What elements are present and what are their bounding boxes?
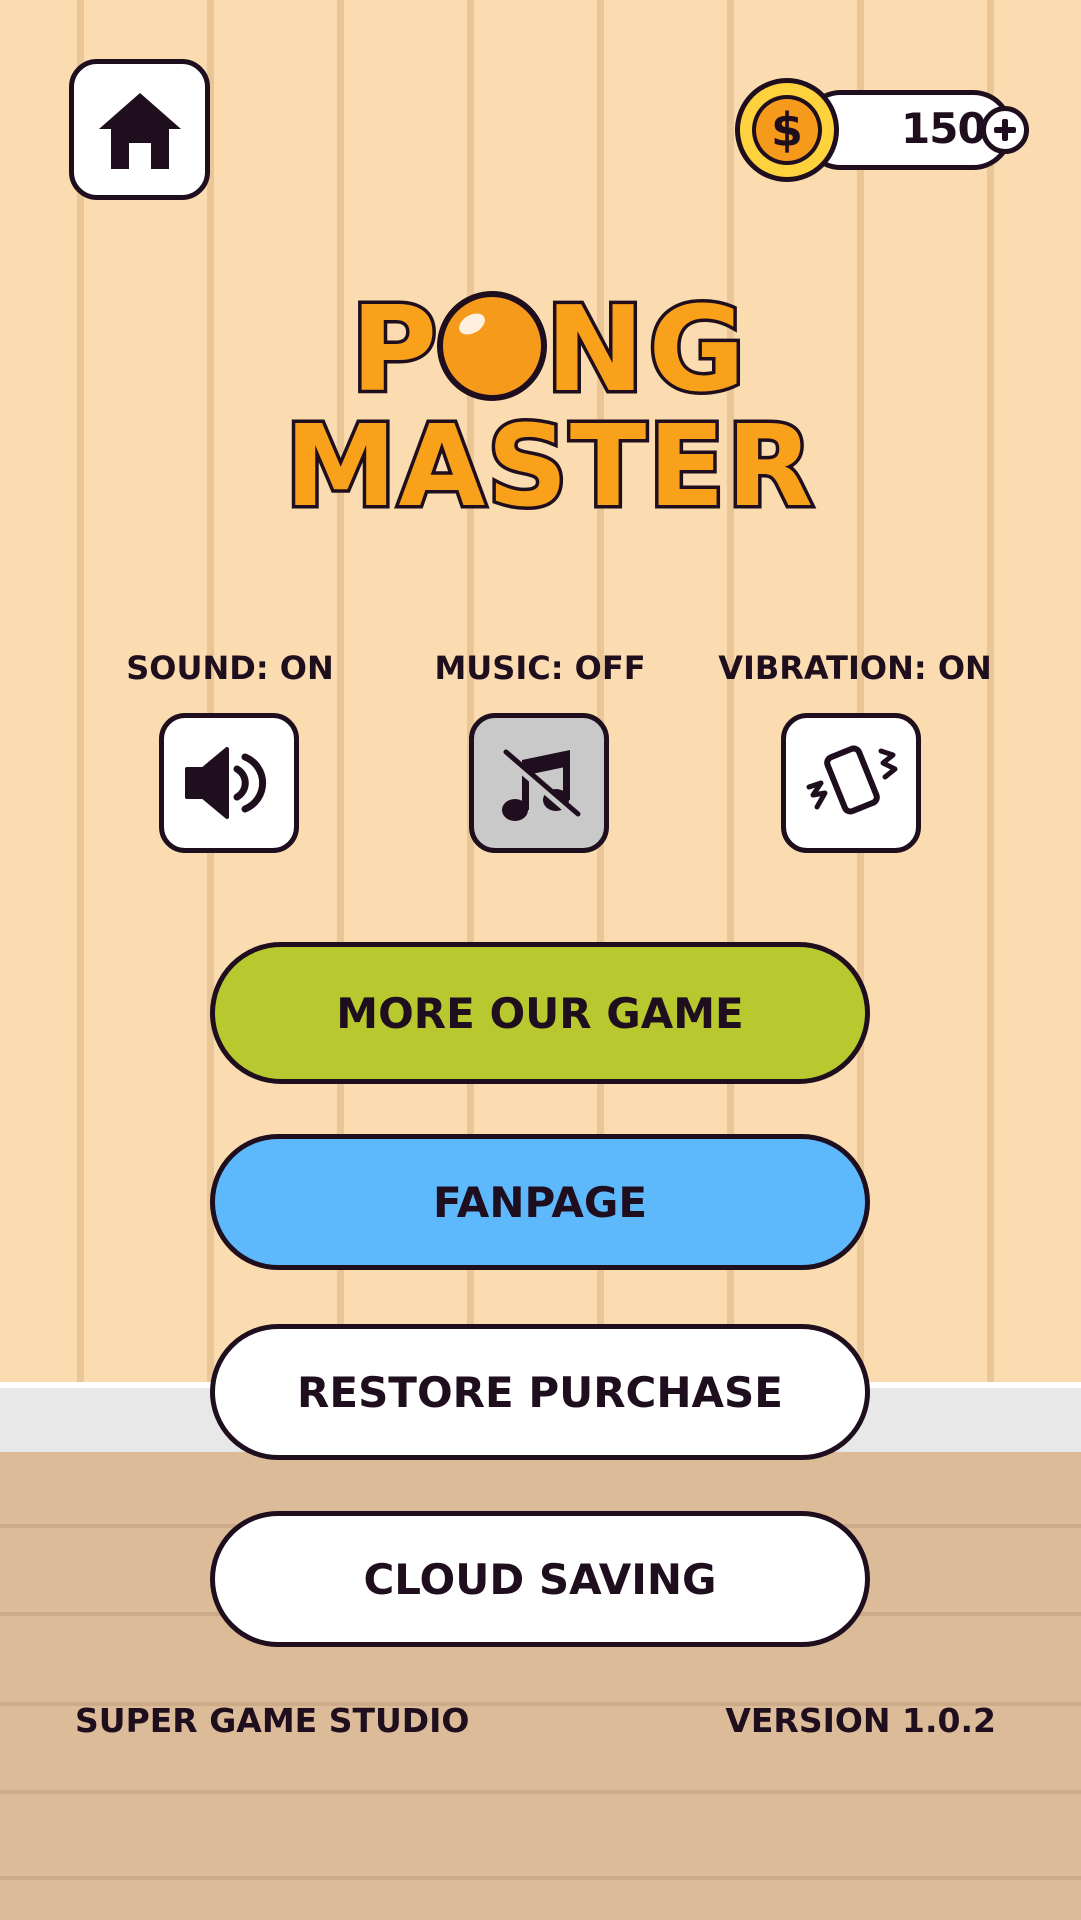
coin-counter: 150 $	[731, 74, 1033, 186]
more-games-button[interactable]: MORE OUR GAME	[210, 942, 870, 1084]
restore-purchase-button[interactable]: RESTORE PURCHASE	[210, 1324, 870, 1460]
add-coins-button[interactable]	[981, 106, 1029, 154]
sound-label: SOUND: ON	[126, 649, 334, 687]
cloud-saving-button[interactable]: CLOUD SAVING	[210, 1511, 870, 1647]
home-button[interactable]	[69, 59, 210, 200]
studio-name: SUPER GAME STUDIO	[75, 1701, 470, 1740]
home-icon	[98, 92, 181, 169]
floor-plank-line	[0, 1790, 1081, 1794]
ball-icon	[437, 291, 547, 401]
plus-icon	[994, 119, 1016, 141]
wall-stripe	[207, 0, 214, 1382]
game-logo: PONG MASTER	[282, 280, 817, 520]
dollar-coin-icon: $	[735, 78, 839, 182]
logo-title-line2: MASTER	[285, 402, 815, 520]
version-label: VERSION 1.0.2	[725, 1701, 996, 1740]
speaker-icon	[185, 747, 267, 819]
logo-title-line1: PONG	[351, 280, 749, 418]
wall-stripe	[77, 0, 84, 1382]
vibration-icon	[806, 745, 898, 815]
floor-plank-line	[0, 1876, 1081, 1880]
vibration-label: VIBRATION: ON	[718, 649, 992, 687]
sound-toggle-button[interactable]	[159, 713, 299, 853]
svg-text:$: $	[771, 103, 803, 157]
wall-stripe	[987, 0, 994, 1382]
vibration-toggle-button[interactable]	[781, 713, 921, 853]
fanpage-button[interactable]: FANPAGE	[210, 1134, 870, 1270]
music-off-icon	[499, 749, 583, 823]
music-toggle-button[interactable]	[469, 713, 609, 853]
music-label: MUSIC: OFF	[434, 649, 646, 687]
coin-amount: 150	[901, 104, 987, 153]
